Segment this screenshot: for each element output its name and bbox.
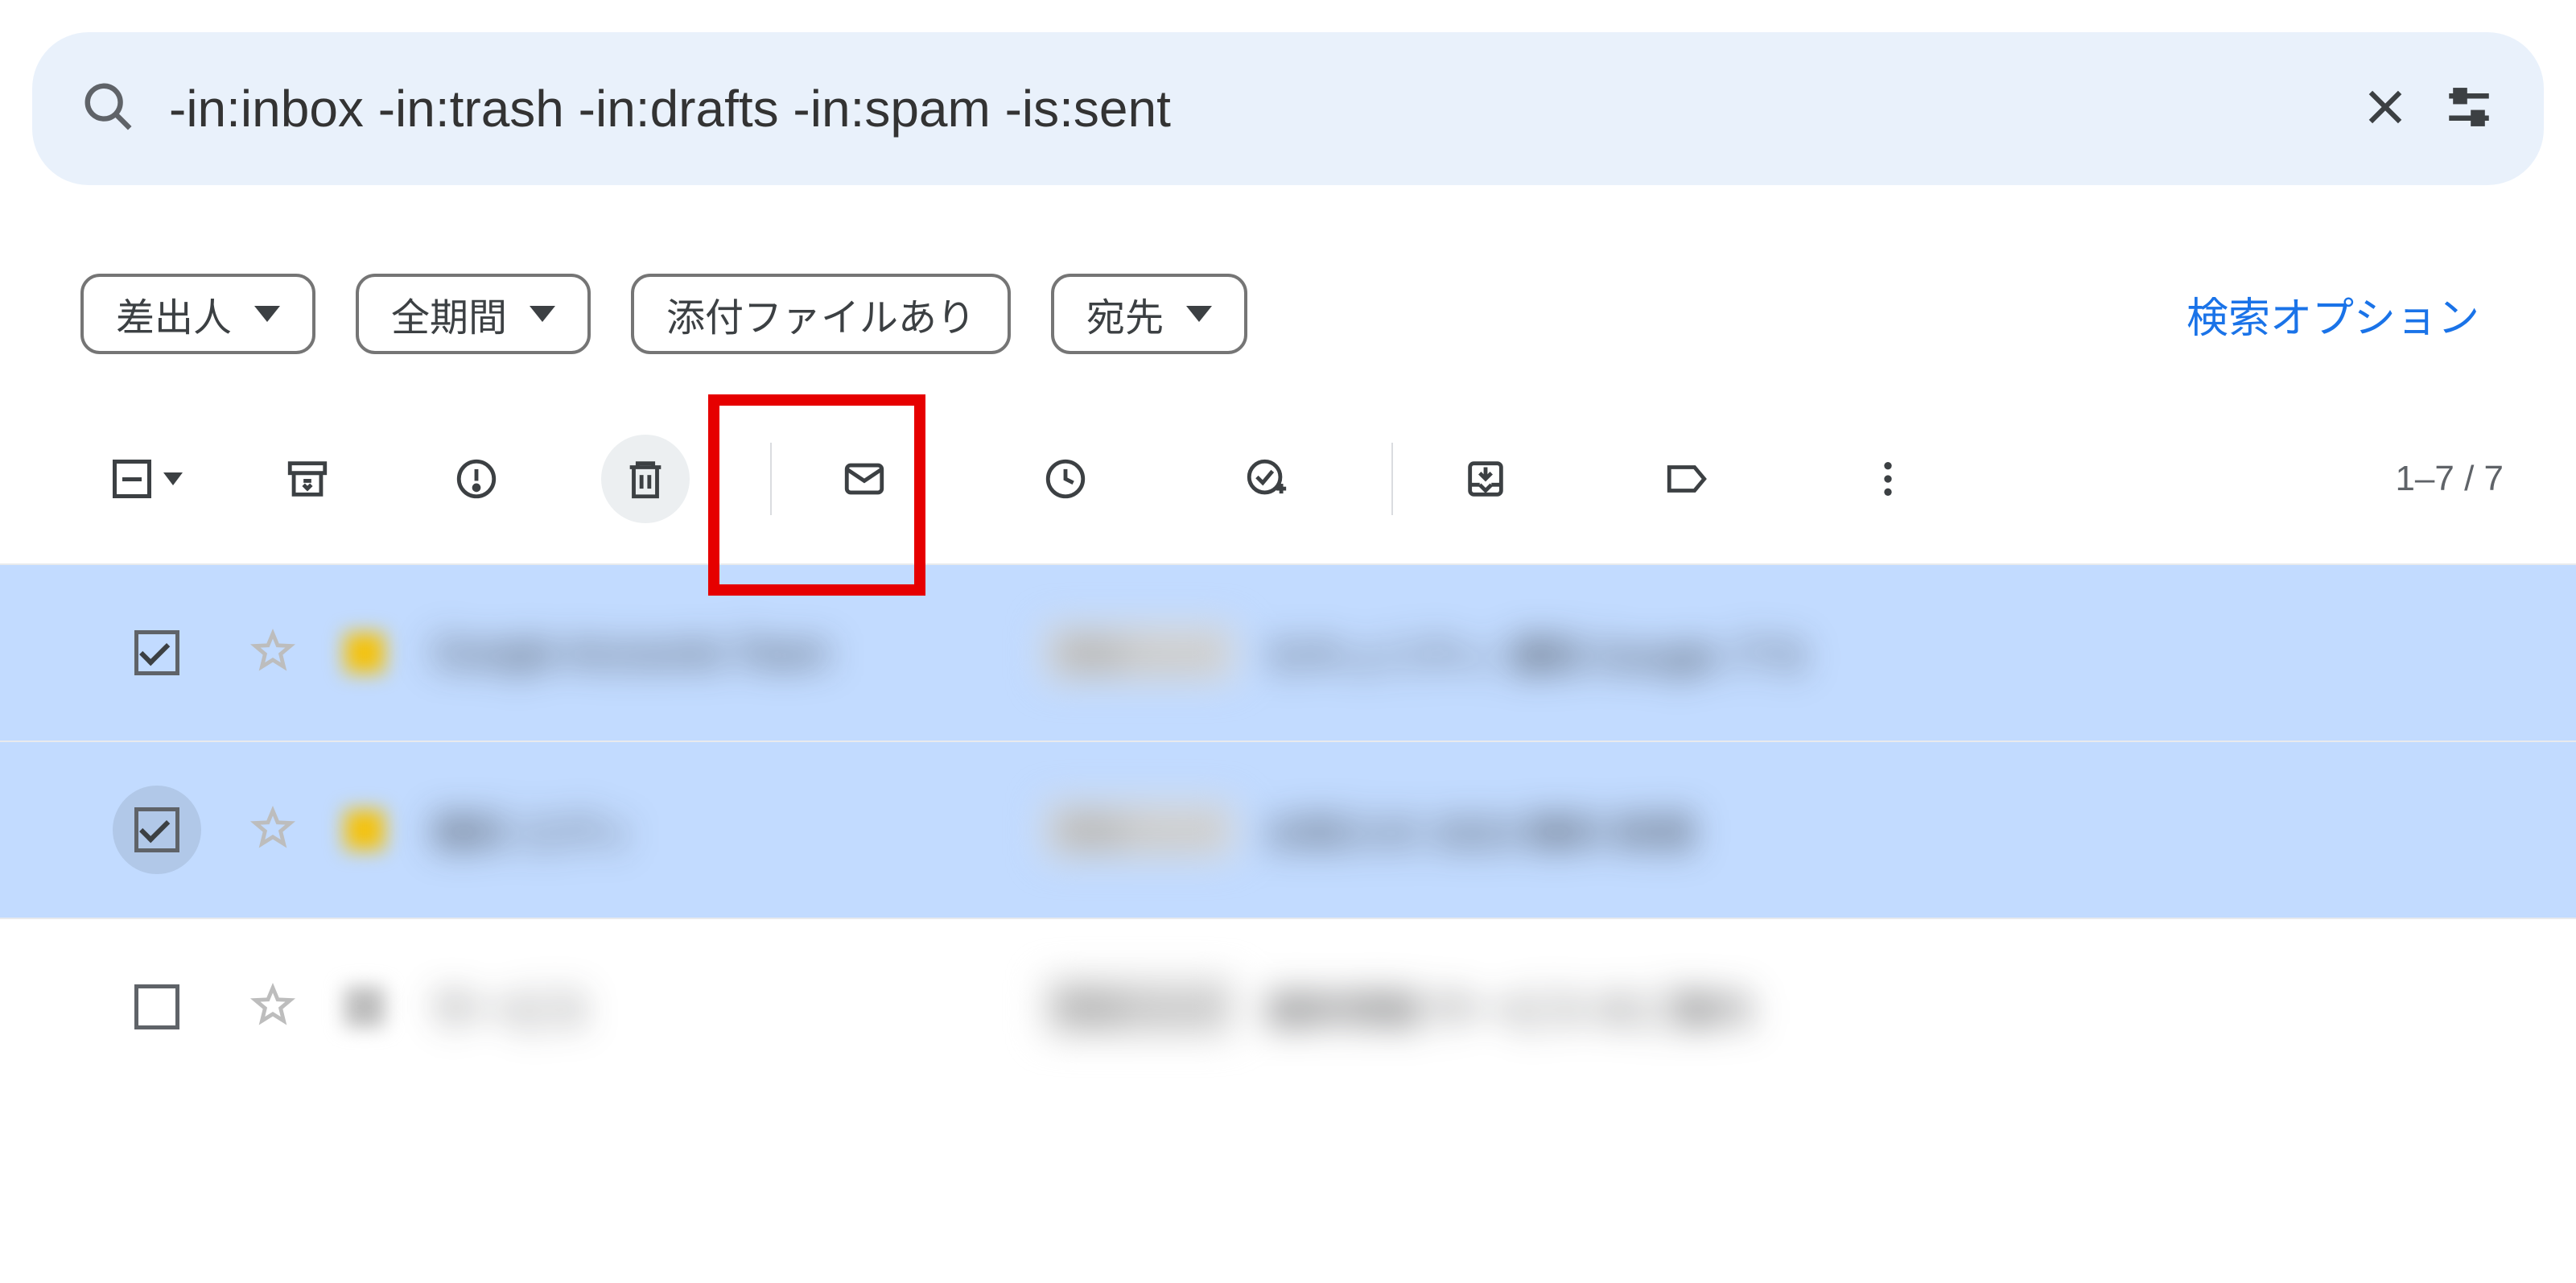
filter-chip-label: 全期間 bbox=[391, 286, 507, 342]
search-options-link[interactable]: 検索オプション bbox=[2187, 284, 2496, 344]
row-sender: Google Accounts Team bbox=[433, 631, 996, 675]
filter-chip-from[interactable]: 差出人 bbox=[80, 274, 315, 354]
filter-chips-row: 差出人 全期間 添付ファイルあり 宛先 検索オプション bbox=[0, 185, 2576, 354]
search-icon bbox=[80, 79, 137, 139]
row-subject: 受信トレイ セキュリティ 通知 Google アカ bbox=[1045, 625, 2576, 681]
importance-marker[interactable] bbox=[344, 633, 385, 673]
row-subject: 受信トレイ お知らせ 2023 無料 新規 bbox=[1045, 802, 2576, 858]
row-label-badge: 受信トレイ bbox=[1045, 802, 1234, 858]
importance-marker[interactable] bbox=[344, 810, 385, 850]
more-button[interactable] bbox=[1844, 435, 1932, 523]
mail-row[interactable]: 無料 エディ 受信トレイ お知らせ 2023 無料 新規 bbox=[0, 741, 2576, 918]
row-subject: 受信トレイ 最新情報 サービス のご案内 bbox=[1045, 979, 2576, 1035]
filter-chip-label: 宛先 bbox=[1086, 286, 1164, 342]
row-checkbox[interactable] bbox=[134, 984, 179, 1029]
importance-marker[interactable] bbox=[344, 987, 385, 1027]
row-subject-text: セキュリティ 通知 Google アカ bbox=[1267, 625, 1807, 681]
chevron-down-icon bbox=[163, 472, 183, 485]
filter-chip-to[interactable]: 宛先 bbox=[1051, 274, 1247, 354]
chevron-down-icon bbox=[1186, 306, 1212, 322]
mail-row[interactable]: Google Accounts Team 受信トレイ セキュリティ 通知 Goo… bbox=[0, 563, 2576, 741]
star-icon[interactable] bbox=[249, 982, 296, 1033]
archive-button[interactable] bbox=[263, 435, 352, 523]
chevron-down-icon bbox=[530, 306, 555, 322]
select-all-checkbox[interactable] bbox=[113, 460, 183, 498]
pager-text[interactable]: 1–7 / 7 bbox=[2395, 459, 2528, 499]
row-sender: サービス bbox=[433, 979, 996, 1035]
search-input[interactable] bbox=[169, 79, 2328, 138]
add-to-tasks-button[interactable] bbox=[1222, 435, 1311, 523]
row-label-badge: 受信トレイ bbox=[1045, 979, 1234, 1035]
snooze-button[interactable] bbox=[1021, 435, 1110, 523]
star-icon[interactable] bbox=[249, 628, 296, 679]
delete-button[interactable] bbox=[601, 435, 690, 523]
filter-chip-time[interactable]: 全期間 bbox=[356, 274, 591, 354]
report-spam-button[interactable] bbox=[432, 435, 521, 523]
filter-chip-attachment[interactable]: 添付ファイルあり bbox=[631, 274, 1011, 354]
mail-list: Google Accounts Team 受信トレイ セキュリティ 通知 Goo… bbox=[0, 563, 2576, 1095]
move-to-button[interactable] bbox=[1441, 435, 1530, 523]
row-sender: 無料 エディ bbox=[433, 802, 996, 858]
row-checkbox[interactable] bbox=[134, 807, 179, 852]
row-subject-text: 最新情報 サービス のご案内 bbox=[1267, 979, 1752, 1035]
toolbar-separator bbox=[770, 443, 772, 515]
mail-row[interactable]: サービス 受信トレイ 最新情報 サービス のご案内 bbox=[0, 918, 2576, 1095]
labels-button[interactable] bbox=[1642, 435, 1731, 523]
search-options-icon[interactable] bbox=[2442, 80, 2496, 138]
mark-unread-button[interactable] bbox=[820, 435, 909, 523]
toolbar: 1–7 / 7 bbox=[0, 354, 2576, 563]
clear-search-button[interactable] bbox=[2360, 82, 2410, 136]
toolbar-separator bbox=[1391, 443, 1393, 515]
row-checkbox[interactable] bbox=[134, 630, 179, 675]
row-subject-text: お知らせ 2023 無料 新規 bbox=[1267, 802, 1693, 858]
chevron-down-icon bbox=[254, 306, 280, 322]
filter-chip-label: 差出人 bbox=[116, 286, 232, 342]
star-icon[interactable] bbox=[249, 805, 296, 856]
filter-chip-label: 添付ファイルあり bbox=[666, 286, 975, 342]
search-bar bbox=[32, 32, 2544, 185]
row-label-badge: 受信トレイ bbox=[1045, 625, 1234, 681]
